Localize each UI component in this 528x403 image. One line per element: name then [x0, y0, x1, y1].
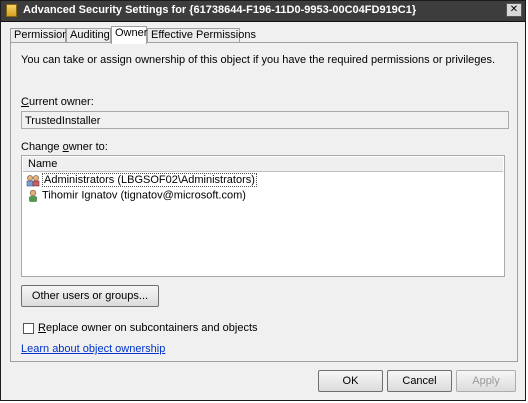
candidate-name: Administrators (LBGSOF02\Administrators) [42, 173, 257, 188]
change-owner-label: Change owner to: [21, 141, 108, 153]
owner-tab-panel: You can take or assign ownership of this… [10, 42, 518, 362]
user-icon [29, 189, 37, 202]
current-owner-field: TrustedInstaller [21, 111, 509, 129]
tab-permissions[interactable]: Permissions [10, 28, 74, 43]
window-title: Advanced Security Settings for {61738644… [23, 4, 417, 16]
learn-about-ownership-link[interactable]: Learn about object ownership [21, 343, 165, 355]
replace-owner-label[interactable]: Replace owner on subcontainers and objec… [38, 322, 258, 334]
cancel-button[interactable]: Cancel [387, 370, 452, 392]
apply-button[interactable]: Apply [456, 370, 516, 392]
list-item[interactable]: Administrators (LBGSOF02\Administrators) [26, 173, 257, 188]
intro-text: You can take or assign ownership of this… [21, 54, 496, 66]
current-owner-label: Current owner: [21, 96, 94, 108]
replace-owner-checkbox[interactable] [23, 323, 34, 334]
advanced-security-settings-dialog: Advanced Security Settings for {61738644… [0, 0, 526, 401]
tab-effective-permissions[interactable]: Effective Permissions [147, 28, 256, 43]
ok-button[interactable]: OK [318, 370, 383, 392]
tab-owner[interactable]: Owner [111, 26, 147, 44]
tab-auditing[interactable]: Auditing [66, 28, 111, 43]
folder-icon [6, 4, 17, 17]
list-item[interactable]: Tihomir Ignatov (tignatov@microsoft.com) [26, 189, 246, 203]
title-bar[interactable]: Advanced Security Settings for {61738644… [1, 1, 525, 22]
column-header-name[interactable]: Name [23, 157, 503, 172]
other-users-or-groups-button[interactable]: Other users or groups... [21, 285, 159, 307]
group-icon [26, 175, 40, 187]
close-button[interactable]: ✕ [506, 3, 522, 17]
owner-candidates-list[interactable]: Name Administrators (LBGSOF02\Administra… [21, 155, 505, 277]
candidate-name: Tihomir Ignatov (tignatov@microsoft.com) [42, 189, 246, 202]
